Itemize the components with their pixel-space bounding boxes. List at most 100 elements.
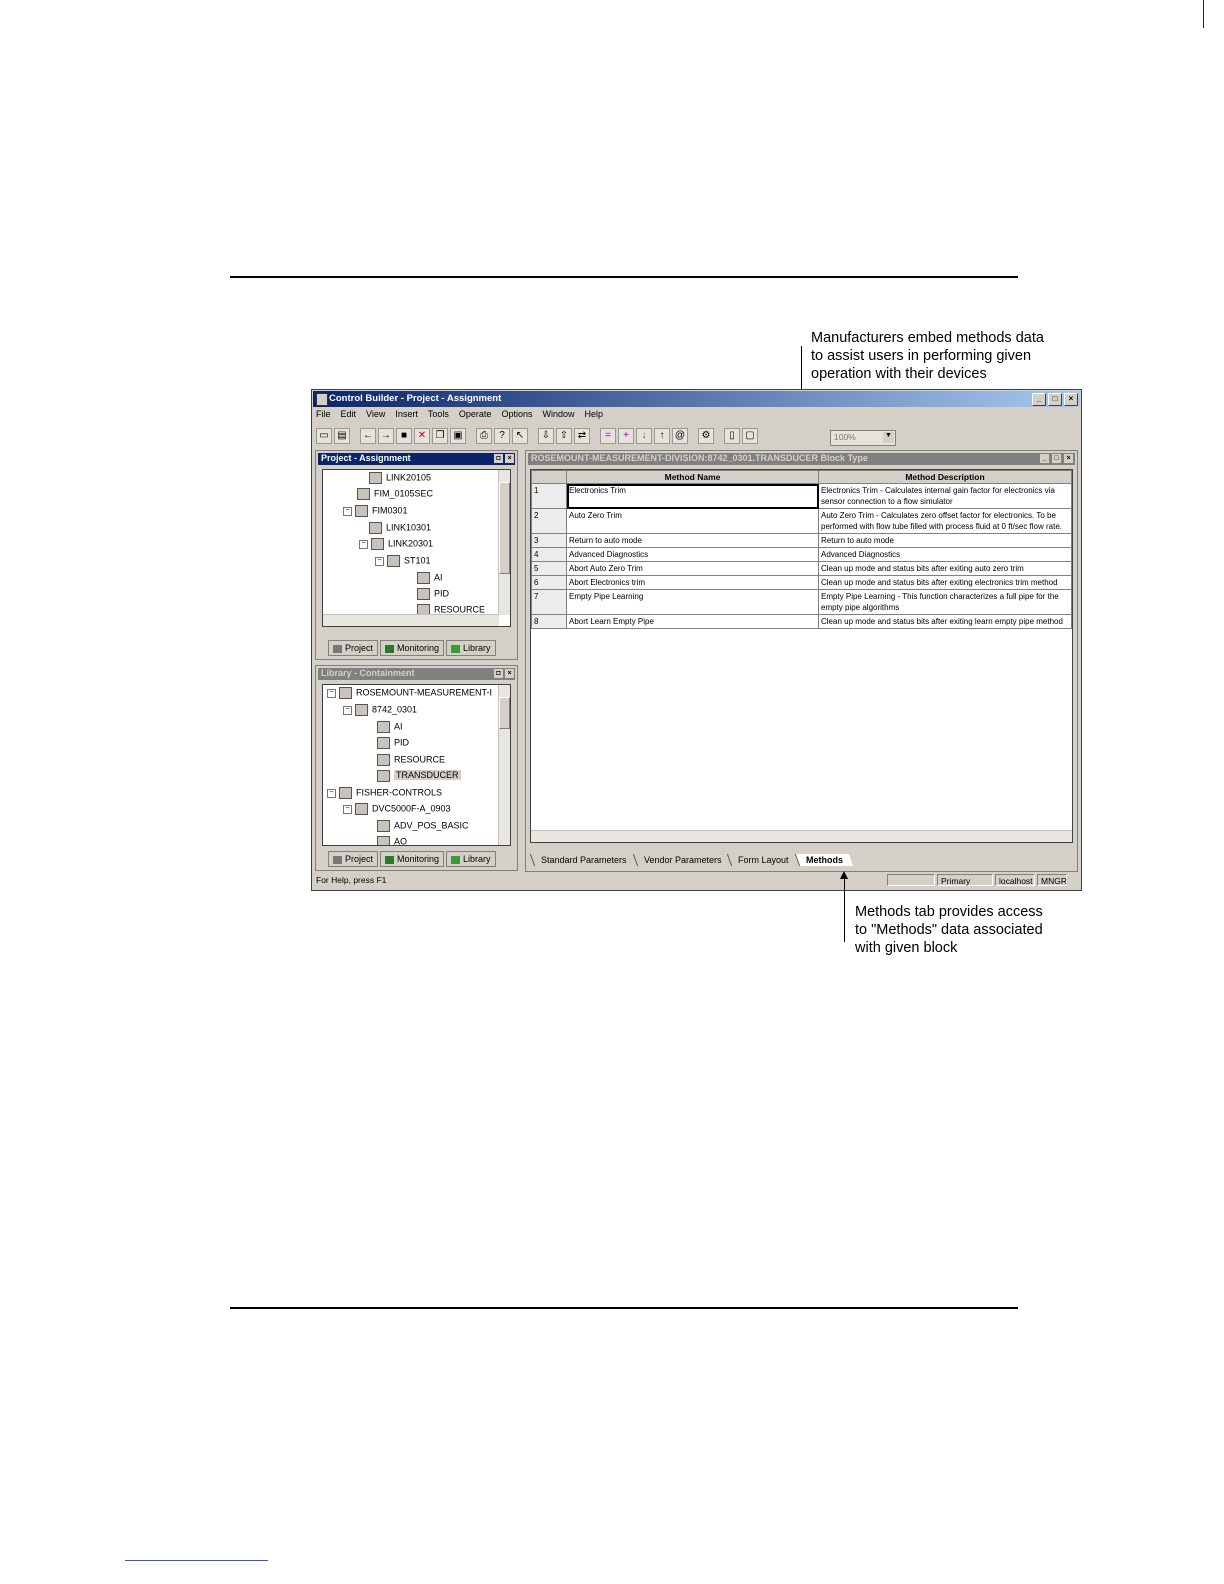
method-name-cell[interactable]: Abort Electronics trim (566, 575, 819, 590)
maximize-icon[interactable]: □ (1052, 454, 1061, 463)
tree-node[interactable]: ADV_POS_BASIC (377, 820, 469, 832)
collapse-icon[interactable]: − (327, 788, 336, 798)
paste-icon[interactable]: ▣ (450, 428, 466, 444)
tab-monitoring[interactable]: Monitoring (380, 640, 445, 656)
assign-icon[interactable]: = (600, 428, 616, 444)
upload-icon[interactable]: ⇧ (556, 428, 572, 444)
download-icon[interactable]: ⇩ (538, 428, 554, 444)
vertical-scrollbar[interactable] (498, 685, 510, 845)
close-icon[interactable]: × (1064, 454, 1073, 463)
row-number[interactable]: 6 (531, 575, 567, 590)
zoom-select[interactable]: 100% ▼ (830, 430, 896, 446)
tab-project[interactable]: Project (328, 640, 379, 656)
tree-node[interactable]: AO (377, 836, 407, 845)
row-number[interactable]: 7 (531, 589, 567, 615)
tree-node[interactable]: PID (377, 737, 409, 749)
minimize-icon[interactable]: _ (1040, 454, 1049, 463)
horizontal-scrollbar[interactable] (323, 614, 499, 626)
table-row[interactable]: 7 Empty Pipe Learning Empty Pipe Learning … (531, 589, 1072, 615)
menu-operate[interactable]: Operate (459, 409, 492, 423)
tab-project[interactable]: Project (328, 851, 379, 867)
tree-node[interactable]: − LINK20301 (359, 538, 433, 550)
table-row[interactable]: 1 Electronics Trim Electronics Trim - Calc… (531, 483, 1072, 509)
vertical-scrollbar[interactable] (498, 470, 510, 615)
method-name-cell[interactable]: Auto Zero Trim (566, 508, 819, 534)
method-name-cell[interactable]: Electronics Trim (566, 483, 819, 509)
save-icon[interactable]: ■ (396, 428, 412, 444)
context-help-icon[interactable]: ↖ (512, 428, 528, 444)
tab-monitoring[interactable]: Monitoring (380, 851, 445, 867)
method-name-header[interactable]: Method Name (566, 470, 819, 484)
horizontal-scrollbar[interactable] (531, 830, 1072, 842)
method-description-cell[interactable]: Return to auto mode (818, 533, 1072, 548)
maximize-button[interactable]: □ (1048, 393, 1062, 406)
row-number[interactable]: 1 (531, 483, 567, 509)
tree-node[interactable]: − FIM0301 (343, 505, 408, 517)
minimize-button[interactable]: _ (1032, 393, 1046, 406)
tab-vendor-parameters[interactable]: Vendor Parameters (632, 854, 732, 866)
collapse-icon[interactable]: − (343, 506, 352, 516)
method-description-header[interactable]: Method Description (818, 470, 1072, 484)
menu-options[interactable]: Options (501, 409, 532, 423)
tree-node[interactable]: TRANSDUCER (377, 770, 461, 782)
pane-float-icon[interactable]: ◘ (494, 669, 503, 678)
method-description-cell[interactable]: Empty Pipe Learning - This function char… (818, 589, 1072, 615)
tree-node[interactable]: −8742_0301 (343, 704, 417, 716)
menu-insert[interactable]: Insert (395, 409, 418, 423)
add-icon[interactable]: + (618, 428, 634, 444)
table-row[interactable]: 8 Abort Learn Empty Pipe Clean up mode and… (531, 614, 1072, 629)
method-name-cell[interactable]: Abort Learn Empty Pipe (566, 614, 819, 629)
tree-node[interactable]: LINK20105 (369, 472, 431, 484)
tab-form-layout[interactable]: Form Layout (726, 854, 799, 866)
method-description-cell[interactable]: Clean up mode and status bits after exit… (818, 614, 1072, 629)
method-name-cell[interactable]: Abort Auto Zero Trim (566, 561, 819, 576)
print-icon[interactable]: ⎙ (476, 428, 492, 444)
tree-node[interactable]: FIM_0105SEC (357, 488, 433, 500)
tree-node[interactable]: − ROSEMOUNT-MEASUREMENT-I (327, 687, 492, 699)
table-row[interactable]: 2 Auto Zero Trim Auto Zero Trim - Calculat… (531, 508, 1072, 534)
method-description-cell[interactable]: Auto Zero Trim - Calculates zero offset … (818, 508, 1072, 534)
tree-node[interactable]: AI (377, 721, 403, 733)
tree-node[interactable]: − DVC5000F-A_0903 (343, 803, 451, 815)
collapse-icon[interactable]: − (343, 804, 352, 814)
compare-icon[interactable]: ⇄ (574, 428, 590, 444)
close-button[interactable]: × (1064, 393, 1078, 406)
method-description-cell[interactable]: Advanced Diagnostics (818, 547, 1072, 562)
table-row[interactable]: 5 Abort Auto Zero Trim Clean up mode and s… (531, 561, 1072, 576)
row-number[interactable]: 4 (531, 547, 567, 562)
back-icon[interactable]: ← (360, 428, 376, 444)
commission-icon[interactable]: ⚙ (698, 428, 714, 444)
tab-library[interactable]: Library (446, 640, 496, 656)
tree-node[interactable]: PID (417, 588, 449, 600)
row-number[interactable]: 2 (531, 508, 567, 534)
tree-node[interactable]: RESOURCE (377, 754, 445, 766)
diagnostics-icon[interactable]: ▢ (742, 428, 758, 444)
collapse-icon[interactable]: − (375, 556, 384, 566)
tree-node[interactable]: AI (417, 572, 443, 584)
tab-standard-parameters[interactable]: Standard Parameters (529, 854, 637, 866)
collapse-icon[interactable]: − (359, 539, 368, 549)
pane-close-icon[interactable]: × (505, 669, 514, 678)
tree-node[interactable]: − FISHER-CONTROLS (327, 787, 442, 799)
delete-icon[interactable]: ✕ (414, 428, 430, 444)
move-down-icon[interactable]: ↓ (636, 428, 652, 444)
forward-icon[interactable]: → (378, 428, 394, 444)
menu-view[interactable]: View (366, 409, 385, 423)
menu-file[interactable]: File (316, 409, 331, 423)
method-name-cell[interactable]: Advanced Diagnostics (566, 547, 819, 562)
menu-window[interactable]: Window (542, 409, 574, 423)
menu-tools[interactable]: Tools (428, 409, 449, 423)
tree-node[interactable]: LINK10301 (369, 522, 431, 534)
open-icon[interactable]: ▭ (316, 428, 332, 444)
row-number[interactable]: 5 (531, 561, 567, 576)
table-row[interactable]: 6 Abort Electronics trim Clean up mode and… (531, 575, 1072, 590)
copy-icon[interactable]: ❐ (432, 428, 448, 444)
pane-close-icon[interactable]: × (505, 454, 514, 463)
method-description-cell[interactable]: Clean up mode and status bits after exit… (818, 561, 1072, 576)
method-name-cell[interactable]: Return to auto mode (566, 533, 819, 548)
collapse-icon[interactable]: − (327, 688, 336, 698)
table-row[interactable]: 3 Return to auto mode Return to auto mode (531, 533, 1072, 548)
at-icon[interactable]: @ (672, 428, 688, 444)
collapse-icon[interactable]: − (343, 705, 352, 715)
method-name-cell[interactable]: Empty Pipe Learning (566, 589, 819, 615)
